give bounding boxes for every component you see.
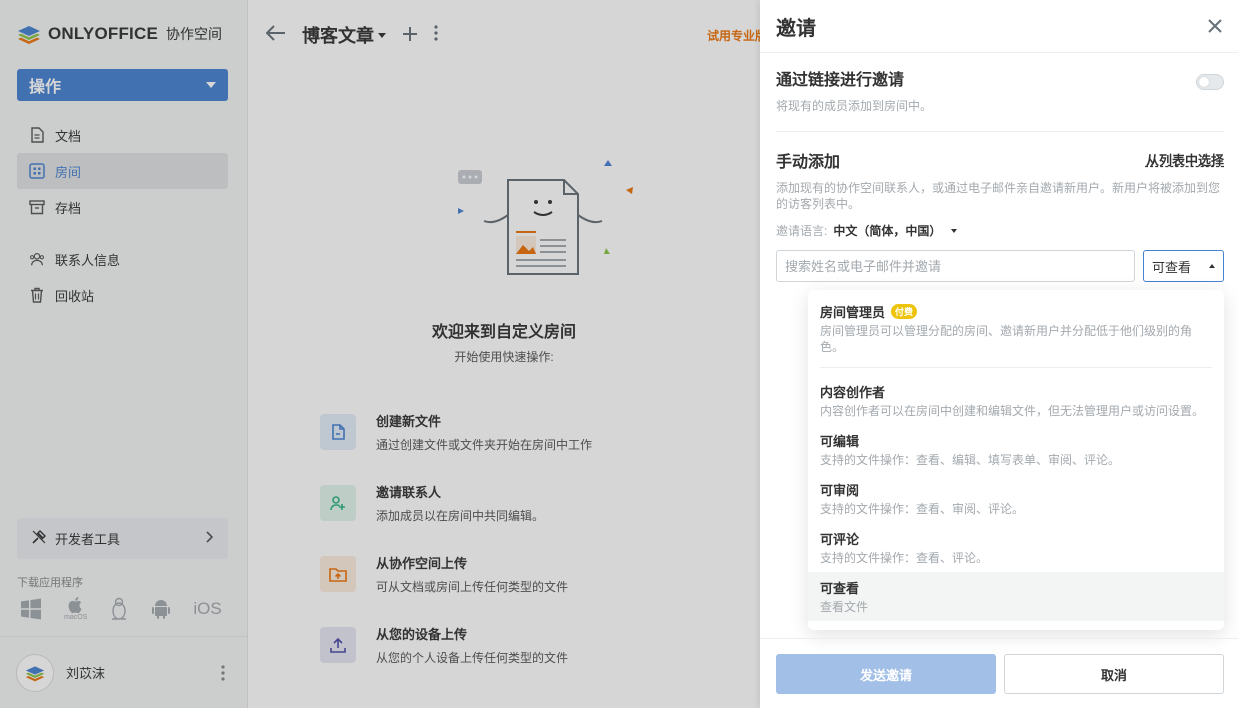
invite-panel: 邀请 通过链接进行邀请 将现有的成员添加到房间中。 手动添加 从列表中选择 添加… bbox=[760, 0, 1238, 708]
link-invite-title: 通过链接进行邀请 bbox=[776, 72, 905, 89]
role-title: 可编辑 bbox=[820, 434, 860, 449]
invite-language-label: 邀请语言: bbox=[776, 224, 828, 238]
invite-language-select[interactable]: 中文（简体，中国） bbox=[833, 222, 941, 239]
invite-panel-header: 邀请 bbox=[760, 0, 1238, 53]
role-title: 房间管理员 bbox=[820, 305, 886, 320]
close-icon[interactable] bbox=[1208, 13, 1222, 39]
divider bbox=[820, 367, 1212, 368]
role-option-room-admin[interactable]: 房间管理员 付费 房间管理员可以管理分配的房间、邀请新用户并分配低于他们级别的角… bbox=[808, 296, 1224, 361]
role-title: 可审阅 bbox=[820, 483, 860, 498]
manual-add-desc: 添加现有的协作空间联系人，或通过电子邮件亲自邀请新用户。新用户将被添加到您的访客… bbox=[776, 181, 1221, 211]
role-desc: 查看文件 bbox=[820, 600, 869, 614]
role-title: 可查看 bbox=[820, 581, 860, 596]
chevron-down-icon[interactable] bbox=[951, 228, 958, 233]
paid-badge: 付费 bbox=[891, 304, 918, 319]
role-title: 可评论 bbox=[820, 532, 860, 547]
role-desc: 房间管理员可以管理分配的房间、邀请新用户并分配低于他们级别的角色。 bbox=[820, 324, 1193, 354]
link-invite-toggle[interactable] bbox=[1196, 74, 1224, 90]
link-invite-section: 通过链接进行邀请 将现有的成员添加到房间中。 bbox=[776, 66, 1224, 114]
modal-backdrop[interactable] bbox=[0, 0, 760, 708]
invite-search-input[interactable] bbox=[776, 250, 1135, 282]
divider bbox=[776, 131, 1224, 132]
role-desc: 支持的文件操作：查看、审阅、评论。 bbox=[820, 502, 1025, 516]
select-from-list-link[interactable]: 从列表中选择 bbox=[1146, 150, 1224, 169]
link-invite-desc: 将现有的成员添加到房间中。 bbox=[776, 99, 933, 113]
manual-add-section: 手动添加 从列表中选择 添加现有的协作空间联系人，或通过电子邮件亲自邀请新用户。… bbox=[776, 148, 1224, 239]
role-option-viewer[interactable]: 可查看 查看文件 bbox=[808, 572, 1224, 621]
role-option-content-creator[interactable]: 内容创作者 内容创作者可以在房间中创建和编辑文件，但无法管理用户或访问设置。 bbox=[808, 376, 1224, 425]
role-desc: 支持的文件操作：查看、编辑、填写表单、审阅、评论。 bbox=[820, 453, 1121, 467]
send-invite-button[interactable]: 发送邀请 bbox=[776, 654, 996, 694]
invite-language-row: 邀请语言: 中文（简体，中国） bbox=[776, 222, 1224, 239]
role-title: 内容创作者 bbox=[820, 385, 886, 400]
invite-panel-footer: 发送邀请 取消 bbox=[760, 638, 1238, 708]
access-level-dropdown: 房间管理员 付费 房间管理员可以管理分配的房间、邀请新用户并分配低于他们级别的角… bbox=[808, 290, 1224, 630]
invite-language-value: 中文（简体，中国） bbox=[833, 224, 942, 238]
invite-panel-title: 邀请 bbox=[776, 17, 816, 40]
invite-search-row: 可查看 bbox=[776, 250, 1224, 282]
role-desc: 支持的文件操作：查看、评论。 bbox=[820, 551, 989, 565]
access-level-select[interactable]: 可查看 bbox=[1143, 250, 1224, 282]
role-option-editor[interactable]: 可编辑 支持的文件操作：查看、编辑、填写表单、审阅、评论。 bbox=[808, 425, 1224, 474]
access-level-value: 可查看 bbox=[1152, 259, 1192, 275]
role-option-commenter[interactable]: 可评论 支持的文件操作：查看、评论。 bbox=[808, 523, 1224, 572]
role-option-reviewer[interactable]: 可审阅 支持的文件操作：查看、审阅、评论。 bbox=[808, 474, 1224, 523]
chevron-up-icon bbox=[1209, 264, 1215, 268]
role-desc: 内容创作者可以在房间中创建和编辑文件，但无法管理用户或访问设置。 bbox=[820, 404, 1205, 418]
cancel-button[interactable]: 取消 bbox=[1004, 654, 1224, 694]
